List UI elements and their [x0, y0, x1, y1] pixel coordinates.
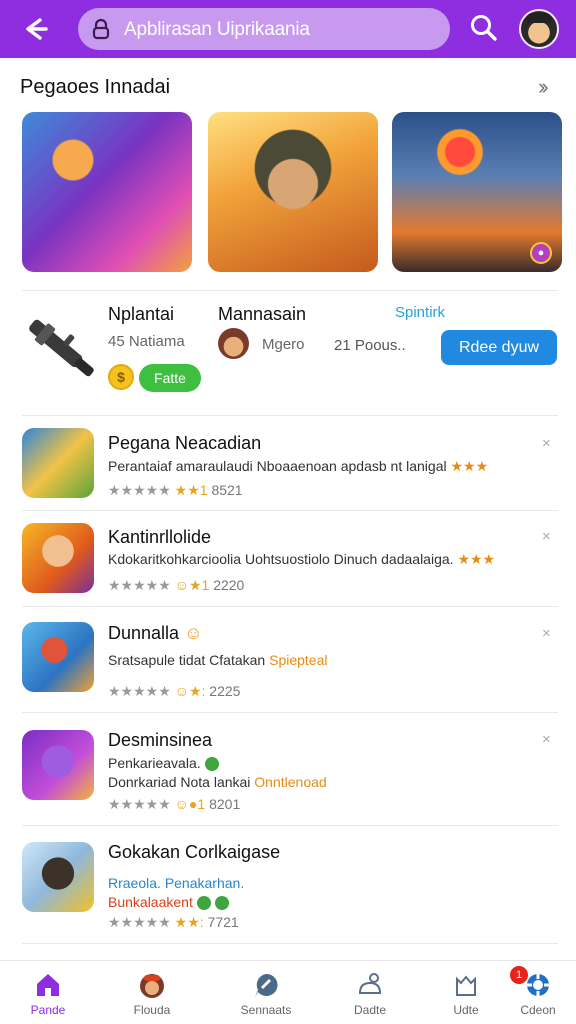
divider [22, 290, 558, 291]
game-icon [22, 523, 94, 593]
nav-controller[interactable]: Dadte [322, 961, 418, 1024]
chat-icon [255, 973, 278, 997]
item-description: Perantaiaf amaraulaudi Nboaaenoan apdasb… [108, 458, 489, 474]
item-description-2: Bunkalaakent [108, 894, 229, 911]
search-bar[interactable]: Apblirasan Uiprikaania [78, 8, 450, 50]
close-icon[interactable]: × [542, 625, 551, 642]
developer-avatar [218, 328, 249, 359]
notification-badge: 1 [510, 966, 528, 984]
item-title: Gokakan Corlkaigase [108, 842, 281, 862]
green-dot-icon [204, 757, 219, 772]
controller-icon [358, 973, 382, 994]
points-label: 21 Poous.. [334, 337, 406, 354]
item-title: Desminsinea [108, 730, 213, 750]
bag-icon [456, 975, 476, 996]
nav-settings[interactable]: Cdeon [490, 961, 576, 1024]
nav-home[interactable]: Pande [0, 961, 96, 1024]
nav-character[interactable]: Flouda [104, 961, 200, 1024]
featured-card-2[interactable] [208, 112, 378, 272]
item-description: Kdokaritkohkarcioolia Uohtsuostiolo Dinu… [108, 551, 496, 567]
item-title: Pegana Neacadian [108, 433, 262, 453]
divider [22, 943, 558, 944]
developer-subtitle: Mgero [262, 336, 305, 353]
bottom-navigation: Pande Flouda Sennaats Dadte Udte Cdeon [0, 960, 576, 1024]
item-rating: ★★★★★ ★★1 8521 [108, 482, 243, 498]
item-description: Rraeola. Penakarhan. [108, 875, 245, 891]
item-description: Penkarieavala. [108, 755, 219, 772]
game-icon [22, 730, 94, 800]
featured-section-header: Pegaoes Innadai ›› [0, 60, 576, 112]
close-icon[interactable]: × [542, 528, 551, 545]
nav-chat[interactable]: Sennaats [218, 961, 314, 1024]
top-app-bar: Apblirasan Uiprikaania [0, 0, 576, 58]
settings-icon [527, 974, 549, 996]
item-rating: ★★★★★ ☺★: 2225 [108, 683, 241, 699]
item-title: Dunnalla ☺ [108, 623, 203, 643]
item-rating: ★★★★★ ☺★1 2220 [108, 577, 245, 593]
developer-name: Mannasain [218, 304, 307, 324]
cta-button[interactable]: Rdee dyuw [441, 330, 557, 365]
divider [22, 510, 558, 511]
game-icon [22, 428, 94, 498]
coin-icon: $ [108, 364, 134, 390]
character-icon [140, 974, 164, 998]
chevron-right-icon[interactable]: ›› [538, 74, 548, 100]
divider [22, 825, 558, 826]
item-rating: ★★★★★ ★★: 7721 [108, 914, 239, 930]
game-badge-icon: ● [530, 242, 552, 264]
divider [22, 606, 558, 607]
green-dot-icon [196, 896, 211, 911]
home-icon [37, 974, 59, 996]
search-lock-icon [92, 18, 110, 40]
featured-card-1[interactable] [22, 112, 192, 272]
item-rating: ★★★★★ ☺●1 8201 [108, 796, 241, 812]
green-dot-icon [214, 896, 229, 911]
weapon-icon [29, 319, 94, 377]
promo-title: Nplantai [108, 304, 175, 324]
game-icon [22, 842, 94, 912]
divider [22, 712, 558, 713]
back-arrow-icon[interactable] [18, 12, 52, 46]
game-icon [22, 622, 94, 692]
item-title: Kantinrllolide [108, 527, 212, 547]
close-icon[interactable]: × [542, 435, 551, 452]
search-input[interactable]: Apblirasan Uiprikaania [124, 19, 310, 41]
close-icon[interactable]: × [542, 731, 551, 748]
section-title: Pegaoes Innadai [20, 76, 171, 98]
profile-avatar[interactable] [519, 9, 559, 49]
item-description: Sratsapule tidat Cfatakan Spiepteal [108, 652, 328, 668]
search-icon[interactable] [468, 12, 500, 44]
divider [22, 415, 558, 416]
featured-card-3[interactable]: ● [392, 112, 562, 272]
promo-subtitle: 45 Natiama [108, 333, 185, 350]
free-badge[interactable]: Fatte [139, 364, 201, 392]
item-description-2: Donrkariad Nota lankai Onntlenoad [108, 774, 327, 790]
promo-link[interactable]: Spintirk [395, 304, 445, 321]
